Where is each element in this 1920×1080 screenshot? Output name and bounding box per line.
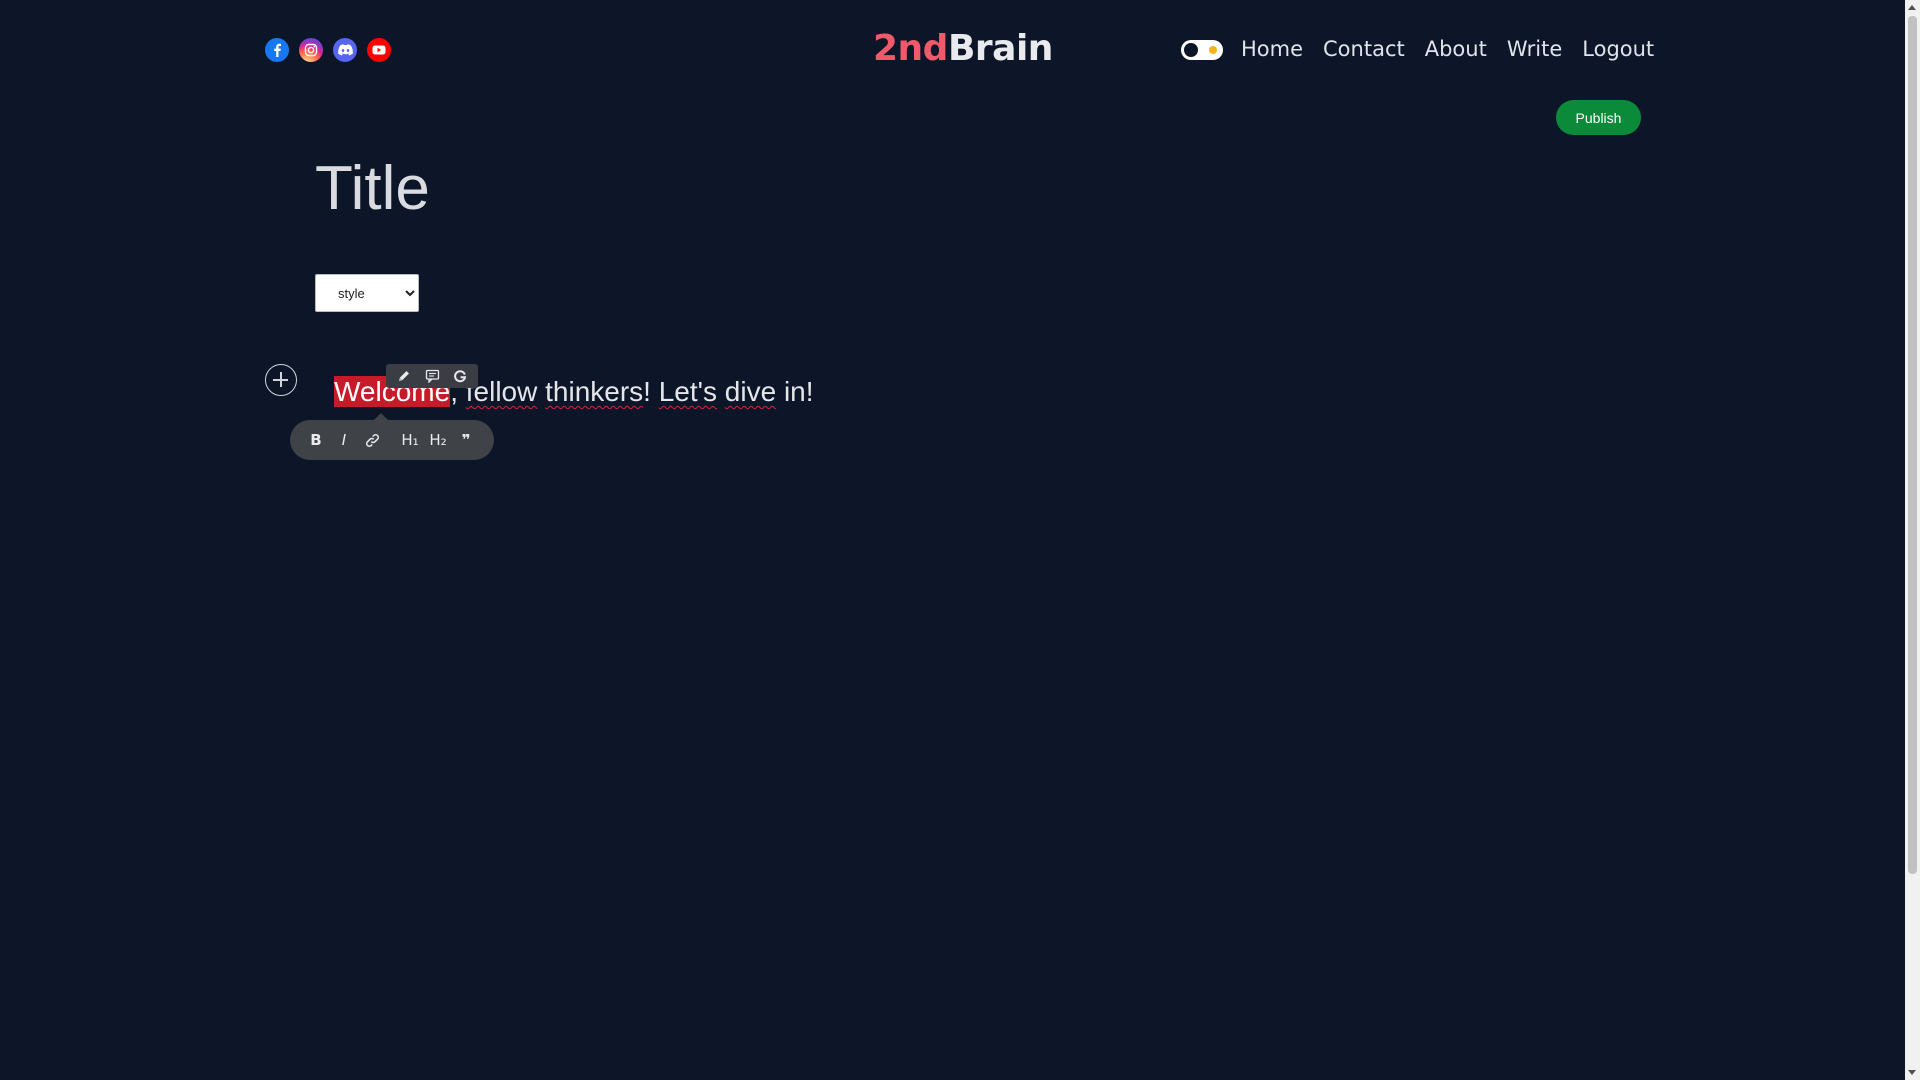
grammar-toolbar <box>386 364 478 388</box>
discord-icon[interactable] <box>333 38 357 62</box>
text-thinkers: thinkers <box>545 376 644 407</box>
text-lets: Let's <box>658 376 718 407</box>
logo-part-2: Brain <box>947 28 1053 69</box>
nav-contact[interactable]: Contact <box>1323 37 1405 61</box>
link-button[interactable] <box>360 426 384 454</box>
toggle-knob <box>1184 43 1198 57</box>
comment-icon[interactable] <box>422 366 442 386</box>
text-dive: dive <box>724 376 777 407</box>
title-input[interactable] <box>315 148 1215 228</box>
text-space-1 <box>537 376 545 407</box>
nav-about[interactable]: About <box>1425 37 1487 61</box>
facebook-icon[interactable] <box>265 38 289 62</box>
nav-write[interactable]: Write <box>1507 37 1562 61</box>
logo-part-1: 2nd <box>873 28 948 69</box>
bold-button[interactable]: B <box>304 426 328 454</box>
publish-button[interactable]: Publish <box>1556 100 1641 135</box>
link-icon <box>365 433 379 447</box>
scroll-down-arrow[interactable] <box>1908 1070 1916 1075</box>
italic-button[interactable]: I <box>332 426 356 454</box>
text-mid: ! <box>643 376 659 407</box>
sun-icon <box>1209 46 1217 54</box>
nav-logout[interactable]: Logout <box>1582 37 1654 61</box>
youtube-icon[interactable] <box>367 38 391 62</box>
add-block-button[interactable] <box>265 364 297 396</box>
style-select[interactable]: style <box>315 274 419 312</box>
main-nav: Home Contact About Write Logout <box>1241 37 1654 61</box>
scroll-up-arrow[interactable] <box>1908 5 1916 10</box>
scroll-thumb[interactable] <box>1908 16 1917 874</box>
h1-button[interactable]: H₁ <box>398 426 422 454</box>
theme-toggle[interactable] <box>1181 40 1223 60</box>
pencil-icon[interactable] <box>394 366 414 386</box>
social-links <box>265 38 391 62</box>
text-tail: in! <box>776 376 814 407</box>
site-logo[interactable]: 2ndBrain <box>873 28 1053 69</box>
quote-button[interactable]: ❞ <box>454 426 478 454</box>
text-space-2 <box>717 376 725 407</box>
h2-button[interactable]: H₂ <box>426 426 450 454</box>
format-toolbar: B I H₁ H₂ ❞ <box>290 413 494 460</box>
nav-home[interactable]: Home <box>1241 37 1303 61</box>
page-scrollbar[interactable] <box>1905 0 1920 1080</box>
grammarly-icon[interactable] <box>450 366 470 386</box>
instagram-icon[interactable] <box>299 38 323 62</box>
